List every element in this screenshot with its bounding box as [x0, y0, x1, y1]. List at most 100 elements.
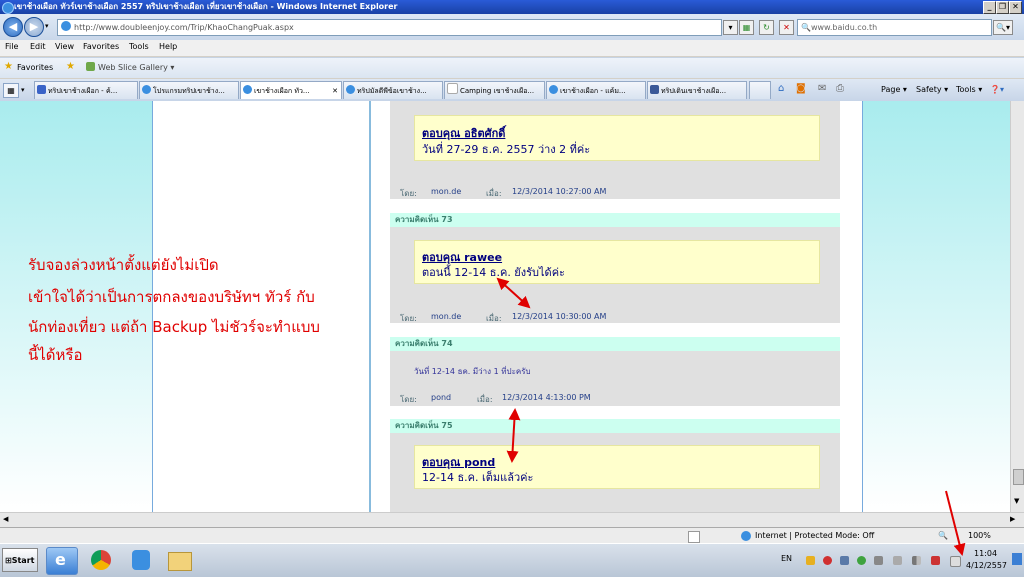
scroll-left-icon[interactable]: ◀: [3, 515, 8, 523]
chrome-logo-icon: [91, 550, 111, 570]
scroll-down-icon[interactable]: ▼: [1014, 497, 1019, 505]
arrow-73: [496, 277, 531, 309]
safety-menu[interactable]: Safety ▾: [916, 85, 948, 94]
close-tab-icon[interactable]: ✕: [332, 82, 338, 99]
favorites-button[interactable]: Favorites: [17, 63, 53, 72]
messenger-taskbar-icon[interactable]: [126, 547, 156, 573]
tab-label: Camping เขาช้างเผือ...: [460, 87, 535, 95]
tab-label: เขาช้างเผือก ทัว...: [254, 87, 310, 95]
print-icon[interactable]: ⎙: [836, 83, 844, 94]
tab-bar: ▦ ▾ ทริปเขาช้างเผือก - ค้... โปรแกรมทริป…: [0, 79, 1024, 102]
internet-zone-icon: [741, 531, 751, 541]
zoom-icon[interactable]: 🔍: [938, 528, 948, 544]
show-desktop-button[interactable]: [1012, 553, 1022, 565]
web-slice-icon: [86, 62, 95, 71]
start-button[interactable]: ⊞Start: [2, 548, 38, 572]
web-slice-gallery[interactable]: Web Slice Gallery ▾: [98, 63, 174, 72]
page-icon: [61, 21, 71, 31]
close-button[interactable]: ✕: [1009, 1, 1022, 14]
tab-2[interactable]: โปรแกรมทริปเขาช้าง...: [139, 81, 239, 99]
page-menu[interactable]: Page ▾: [881, 85, 907, 94]
zoom-level[interactable]: 100%: [968, 528, 991, 544]
minimize-button[interactable]: _: [983, 1, 996, 14]
menu-view[interactable]: View: [55, 42, 74, 51]
device-tray-icon[interactable]: [893, 556, 902, 565]
compatibility-view-icon[interactable]: ▦: [739, 20, 754, 35]
ie-taskbar-icon[interactable]: e: [46, 547, 78, 575]
address-url: http://www.doubleenjoy.com/Trip/KhaoChan…: [74, 23, 294, 32]
signal-tray-icon[interactable]: [912, 556, 921, 565]
tab-label: ทริปมัลดีพีข้อเขาช้าง...: [357, 87, 427, 95]
scroll-thumb[interactable]: [1013, 469, 1024, 485]
clock-time[interactable]: 11:04: [974, 549, 997, 558]
tab-1[interactable]: ทริปเขาช้างเผือก - ค้...: [34, 81, 138, 99]
page-icon: [447, 83, 458, 94]
ie-logo-icon: [2, 2, 14, 14]
site-icon: [549, 85, 558, 94]
network-tray-icon[interactable]: [840, 556, 849, 565]
people-icon: [132, 550, 150, 570]
forward-icon[interactable]: ▶: [24, 17, 44, 37]
navigation-bar: ◀ ▶ ▾ http://www.doubleenjoy.com/Trip/Kh…: [0, 14, 1024, 40]
update-tray-icon[interactable]: [857, 556, 866, 565]
menu-edit[interactable]: Edit: [30, 42, 46, 51]
scroll-right-icon[interactable]: ▶: [1010, 515, 1015, 523]
usb-tray-icon[interactable]: [874, 556, 883, 565]
ie-logo-icon: e: [55, 550, 66, 569]
tools-menu[interactable]: Tools ▾: [956, 85, 982, 94]
recent-pages-icon[interactable]: ▾: [45, 22, 49, 30]
facebook-icon: [650, 85, 659, 94]
popup-blocker-icon[interactable]: [688, 531, 700, 543]
site-icon: [243, 85, 252, 94]
search-icon: 🔍: [801, 23, 811, 32]
tab-5[interactable]: Camping เขาช้างเผือ...: [444, 81, 545, 99]
explorer-taskbar-icon[interactable]: [164, 547, 194, 573]
refresh-icon[interactable]: ↻: [759, 20, 774, 35]
address-input[interactable]: http://www.doubleenjoy.com/Trip/KhaoChan…: [57, 19, 722, 36]
stop-icon[interactable]: ✕: [779, 20, 794, 35]
vertical-scrollbar[interactable]: ▼: [1010, 101, 1024, 512]
folder-icon: [168, 552, 192, 571]
back-icon[interactable]: ◀: [3, 17, 23, 37]
tab-3-active[interactable]: เขาช้างเผือก ทัว... ✕: [240, 81, 342, 99]
language-indicator[interactable]: EN: [781, 554, 792, 563]
menu-help[interactable]: Help: [159, 42, 177, 51]
feeds-icon[interactable]: ◙: [796, 83, 806, 94]
tab-4[interactable]: ทริปมัลดีพีข้อเขาช้าง...: [343, 81, 443, 99]
annotation-arrows: [496, 277, 531, 463]
windows-taskbar: ⊞Start e EN 11:04 4/12/2557: [0, 543, 1024, 577]
menu-favorites[interactable]: Favorites: [83, 42, 119, 51]
search-input[interactable]: 🔍www.baidu.co.th: [797, 19, 992, 36]
status-bar: Internet | Protected Mode: Off 🔍 100%: [0, 527, 1024, 544]
web-page-content: รับจองล่วงหน้าตั้งแต่ยังไม่เปิด เข้าใจได…: [0, 101, 1010, 512]
window-title: เขาช้างเผือก ทัวร์เขาช้างเผือก 2557 ทริป…: [14, 2, 398, 11]
help-menu[interactable]: ❓▾: [990, 85, 1004, 94]
home-icon[interactable]: ⌂: [778, 83, 784, 94]
read-mail-icon[interactable]: ✉: [818, 83, 826, 94]
tab-label: เขาช้างเผือก - แค้ม...: [560, 87, 626, 95]
tab-list-icon[interactable]: ▾: [21, 86, 25, 94]
address-dropdown-icon[interactable]: ▾: [723, 20, 738, 35]
quick-tabs-icon[interactable]: ▦: [3, 83, 19, 98]
chrome-taskbar-icon[interactable]: [86, 547, 116, 573]
menu-file[interactable]: File: [5, 42, 18, 51]
clock-date[interactable]: 4/12/2557: [966, 561, 1007, 570]
menu-tools[interactable]: Tools: [129, 42, 149, 51]
add-favorite-icon[interactable]: ★: [66, 61, 75, 72]
tab-6[interactable]: เขาช้างเผือก - แค้ม...: [546, 81, 646, 99]
tab-7[interactable]: ทริปเดินเขาช้างเผือ...: [647, 81, 747, 99]
maximize-button[interactable]: ❐: [996, 1, 1009, 14]
search-button[interactable]: 🔍▾: [993, 20, 1013, 35]
window-title-bar[interactable]: เขาช้างเผือก ทัวร์เขาช้างเผือก 2557 ทริป…: [0, 0, 1024, 14]
search-value: www.baidu.co.th: [810, 23, 878, 32]
new-tab-button[interactable]: [749, 81, 771, 99]
site-icon: [346, 85, 355, 94]
security-zone: Internet | Protected Mode: Off: [755, 531, 875, 540]
menu-bar: File Edit View Favorites Tools Help: [0, 40, 1024, 56]
battery-tray-icon[interactable]: [931, 556, 940, 565]
antivirus-tray-icon[interactable]: [823, 556, 832, 565]
volume-tray-icon[interactable]: [950, 556, 961, 567]
favorites-bar: ★ Favorites ★ Web Slice Gallery ▾: [0, 57, 1024, 78]
horizontal-scrollbar[interactable]: ◀ ▶: [0, 512, 1024, 527]
shield-tray-icon[interactable]: [806, 556, 815, 565]
